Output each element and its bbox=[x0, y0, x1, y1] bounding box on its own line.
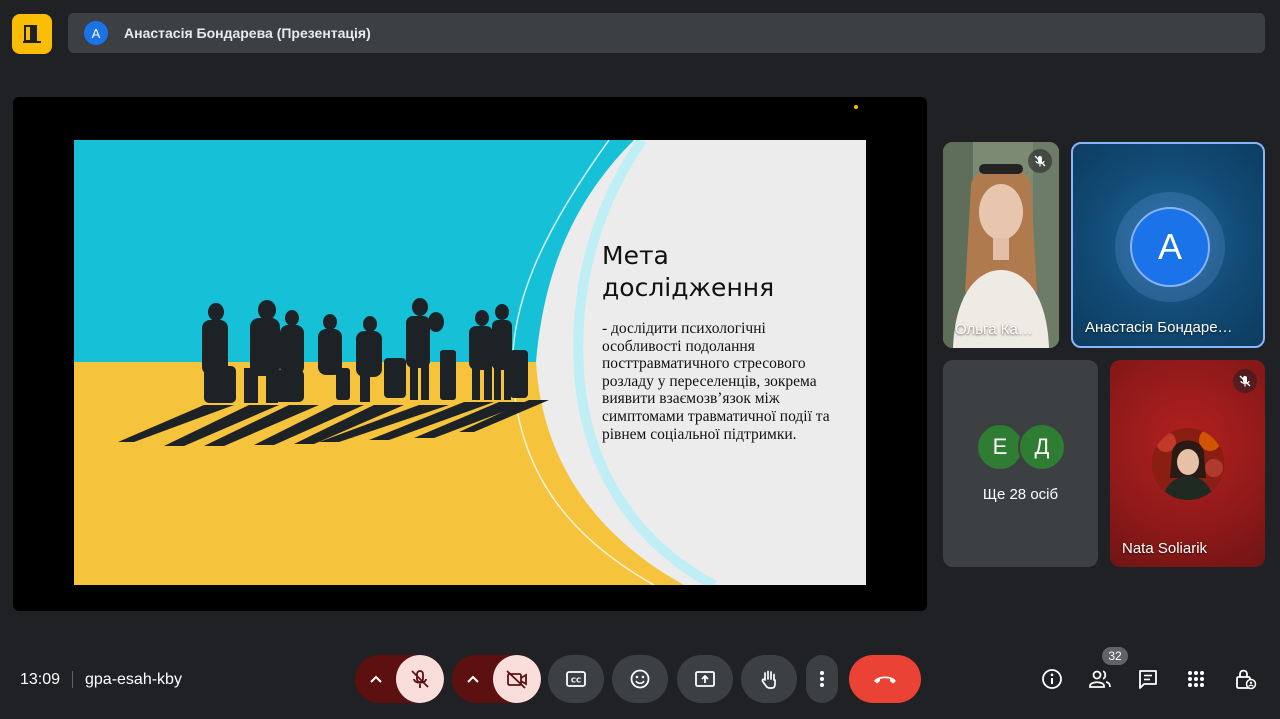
meeting-clock: 13:09 bbox=[20, 671, 61, 688]
presenter-banner[interactable]: А Анастасія Бондарева (Презентація) bbox=[68, 13, 1265, 53]
door-icon bbox=[23, 25, 41, 43]
hangup-icon bbox=[874, 676, 896, 684]
slide-body-text: - дослідити психологічні особливості под… bbox=[602, 320, 830, 443]
more-participants-label: Ще 28 осіб bbox=[982, 486, 1059, 503]
emoji-icon bbox=[630, 669, 650, 689]
shared-slide: Мета дослідження - дослідити психологічн… bbox=[74, 140, 866, 585]
more-options-button[interactable] bbox=[806, 655, 838, 703]
avatar-d: Д bbox=[1018, 423, 1066, 471]
participant-name-olga: Ольга Ка… bbox=[955, 321, 1033, 338]
presentation-stage[interactable]: Мета дослідження - дослідити психологічн… bbox=[13, 97, 927, 611]
presenter-avatar: А bbox=[84, 21, 108, 45]
video-options-button[interactable] bbox=[452, 655, 493, 703]
camera-off-icon bbox=[506, 670, 527, 689]
hand-icon bbox=[761, 670, 776, 689]
meeting-code: gpa-esah-kby bbox=[85, 671, 182, 688]
chevron-up-icon bbox=[369, 675, 382, 683]
slide-title: Мета дослідження bbox=[602, 241, 775, 302]
mic-off-icon bbox=[1239, 375, 1251, 387]
raise-hand-button[interactable] bbox=[741, 655, 797, 703]
avatar-nata bbox=[1152, 428, 1224, 500]
chat-button[interactable] bbox=[1134, 665, 1162, 693]
presenter-label: Анастасія Бондарева (Презентація) bbox=[124, 25, 371, 41]
chevron-up-icon bbox=[466, 675, 479, 683]
more-vert-icon bbox=[820, 671, 824, 687]
muted-indicator-olga bbox=[1028, 149, 1052, 173]
chat-icon bbox=[1139, 670, 1157, 689]
presentation-indicator-dot bbox=[854, 105, 858, 109]
participants-count-badge: 32 bbox=[1102, 647, 1128, 665]
participant-tile-anastasia[interactable]: А Анастасія Бондаре… bbox=[1071, 142, 1265, 348]
present-screen-button[interactable] bbox=[677, 655, 733, 703]
avatar-e: Е bbox=[976, 423, 1024, 471]
avatar-photo-nata bbox=[1152, 428, 1224, 500]
participant-name-nata: Nata Soliarik bbox=[1122, 540, 1208, 557]
mic-toggle-button[interactable] bbox=[396, 655, 444, 703]
lock-person-icon bbox=[1236, 669, 1257, 690]
avatar-anastasia: А bbox=[1130, 207, 1210, 287]
closed-captions-icon: CC bbox=[566, 671, 586, 687]
divider bbox=[72, 671, 73, 688]
camera-control bbox=[452, 655, 541, 703]
microphone-control bbox=[355, 655, 444, 703]
activities-button[interactable] bbox=[1182, 665, 1210, 693]
apps-grid-icon bbox=[1188, 671, 1204, 687]
info-icon bbox=[1042, 669, 1062, 689]
audio-options-button[interactable] bbox=[355, 655, 396, 703]
participant-name-anastasia: Анастасія Бондаре… bbox=[1085, 319, 1233, 336]
host-controls-button[interactable] bbox=[1231, 665, 1259, 693]
mic-off-icon bbox=[411, 670, 429, 688]
present-icon bbox=[695, 671, 715, 687]
muted-indicator-nata bbox=[1233, 369, 1257, 393]
captions-button[interactable]: CC bbox=[548, 655, 604, 703]
people-icon bbox=[1089, 670, 1111, 688]
leave-call-button[interactable] bbox=[849, 655, 921, 703]
more-participants-tile[interactable]: Е Д Ще 28 осіб bbox=[943, 360, 1098, 567]
participant-tile-nata[interactable]: Nata Soliarik bbox=[1110, 360, 1265, 567]
svg-text:CC: CC bbox=[571, 677, 581, 685]
reactions-button[interactable] bbox=[612, 655, 668, 703]
meeting-info-door-button[interactable] bbox=[12, 14, 52, 54]
camera-toggle-button[interactable] bbox=[493, 655, 541, 703]
people-button[interactable] bbox=[1086, 665, 1114, 693]
participant-tile-olga[interactable]: Ольга Ка… bbox=[943, 142, 1059, 348]
mic-off-icon bbox=[1034, 155, 1046, 167]
meeting-details-button[interactable] bbox=[1038, 665, 1066, 693]
